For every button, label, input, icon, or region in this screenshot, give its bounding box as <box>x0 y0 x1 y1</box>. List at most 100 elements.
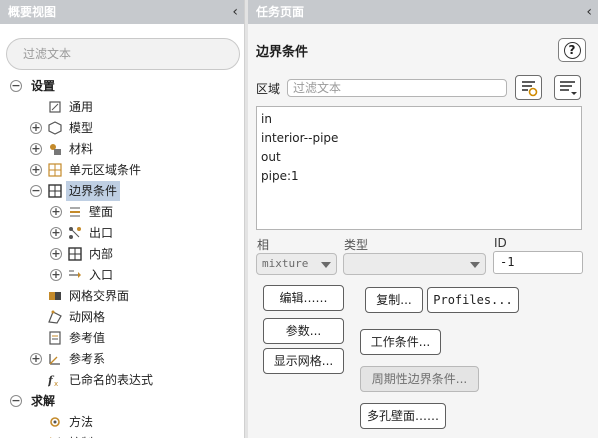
zone-filter-input[interactable]: 过滤文本 <box>287 79 507 97</box>
tree-item-label: 边界条件 <box>66 181 121 201</box>
outline-filter-input[interactable] <box>23 47 223 61</box>
tree-item[interactable]: 参考值 <box>30 328 108 348</box>
chevron-down-icon <box>321 262 331 268</box>
tree-item-label: 参考系 <box>69 352 106 366</box>
boundary-conditions-heading: 边界条件 <box>256 45 309 60</box>
dynamic-mesh-icon <box>48 310 62 324</box>
tree-item[interactable]: − 求解 <box>10 391 58 411</box>
collapse-task-chevron-icon[interactable]: ‹ <box>586 0 592 24</box>
tree-item[interactable]: + 壁面 <box>50 202 116 222</box>
tree-item[interactable]: + 参考系 <box>30 349 108 369</box>
tree-item[interactable]: + 模型 <box>30 118 96 138</box>
expand-toggle-icon[interactable]: + <box>30 164 42 176</box>
tree-item-label: 已命名的表达式 <box>69 373 154 387</box>
phase-label: 相 <box>257 238 270 252</box>
tree-item-label: 壁面 <box>89 205 114 219</box>
tree-item-label: 求解 <box>31 394 56 408</box>
phase-select-value: mixture <box>262 257 309 270</box>
tree-item-label: 内部 <box>89 247 114 261</box>
tree-item[interactable]: + 入口 <box>50 265 116 285</box>
tree-item-label: 参考值 <box>69 331 106 345</box>
periodic-conditions-button: 周期性边界条件... <box>360 366 479 392</box>
type-select[interactable] <box>343 253 486 275</box>
zone-label: 区域 <box>256 82 281 96</box>
parameters-button[interactable]: 参数... <box>263 318 344 344</box>
methods-icon <box>48 415 62 429</box>
boundary-conditions-icon <box>48 184 62 198</box>
tree-item-label: 网格交界面 <box>69 289 130 303</box>
expand-toggle-icon[interactable]: + <box>50 206 62 218</box>
tree-item-label: 动网格 <box>69 310 106 324</box>
svg-text:x: x <box>54 380 58 387</box>
task-page-header: 任务页面 ‹ <box>248 0 598 24</box>
expand-toggle-icon[interactable]: + <box>30 353 42 365</box>
outline-view-title: 概要视图 <box>8 5 57 19</box>
zone-list-item[interactable]: in <box>261 110 577 129</box>
wall-icon <box>68 205 82 219</box>
cell-zone-icon <box>48 163 62 177</box>
list-options-button[interactable] <box>554 75 581 100</box>
id-field[interactable]: -1 <box>493 251 583 274</box>
chevron-down-icon <box>470 262 480 268</box>
general-icon <box>48 100 62 114</box>
operating-conditions-button[interactable]: 工作条件... <box>360 329 441 355</box>
tree-item-label: 通用 <box>69 100 94 114</box>
tree-item[interactable]: 方法 <box>30 412 96 432</box>
display-mesh-button[interactable]: 显示网格... <box>263 348 344 374</box>
list-menu-icon <box>560 81 577 95</box>
tree-item-label: 单元区域条件 <box>69 163 142 177</box>
mesh-interface-icon <box>48 289 62 303</box>
filter-options-button[interactable] <box>515 75 542 100</box>
collapse-toggle-icon[interactable]: − <box>30 185 42 197</box>
filter-list-icon <box>522 81 538 97</box>
tree-item-label: 控制 <box>66 433 96 438</box>
expand-toggle-icon[interactable]: + <box>50 269 62 281</box>
zone-list[interactable]: in interior--pipe out pipe:1 <box>256 106 582 230</box>
tree-item[interactable]: + 材料 <box>30 139 96 159</box>
perforated-walls-button[interactable]: 多孔壁面…… <box>360 403 446 429</box>
expand-toggle-icon[interactable]: + <box>50 227 62 239</box>
id-label: ID <box>494 236 507 250</box>
phase-select[interactable]: mixture <box>256 253 337 275</box>
task-page-title: 任务页面 <box>256 5 305 19</box>
tree-item-label: 方法 <box>69 415 94 429</box>
profiles-button[interactable]: Profiles... <box>427 287 519 313</box>
reference-frame-icon <box>48 352 62 366</box>
copy-button[interactable]: 复制... <box>365 287 423 313</box>
reference-values-icon <box>48 331 62 345</box>
tree-item[interactable]: + 出口 <box>50 223 116 243</box>
materials-icon <box>48 142 62 156</box>
tree-item[interactable]: − 设置 <box>10 76 58 96</box>
zone-list-item[interactable]: out <box>261 148 577 167</box>
tree-item[interactable]: + 内部 <box>50 244 116 264</box>
zone-list-item[interactable]: interior--pipe <box>261 129 577 148</box>
tree-item-label: 出口 <box>89 226 114 240</box>
edit-button[interactable]: 编辑…… <box>263 285 344 311</box>
tree-item[interactable]: 网格交界面 <box>30 286 132 306</box>
task-page-panel: 任务页面 ‹ 边界条件 ? 区域 过滤文本 in interior--pipe … <box>248 0 598 438</box>
named-expressions-icon: fx <box>47 373 62 388</box>
tree-item[interactable]: + 单元区域条件 <box>30 160 144 180</box>
tree-item-label: 入口 <box>89 268 114 282</box>
help-icon: ? <box>563 42 581 59</box>
collapse-toggle-icon[interactable]: − <box>10 80 22 92</box>
zone-list-item[interactable]: pipe:1 <box>261 167 577 186</box>
tree-item[interactable]: 控制 <box>30 433 96 438</box>
outline-view-header: 概要视图 ‹ <box>0 0 244 24</box>
outline-filter-box[interactable] <box>6 38 240 70</box>
outline-view-panel: 概要视图 ‹ −设置通用+模型+材料+单元区域条件−边界条件+壁面+出口+内部+… <box>0 0 244 438</box>
expand-toggle-icon[interactable]: + <box>50 248 62 260</box>
expand-toggle-icon[interactable]: + <box>30 122 42 134</box>
tree-item-label: 设置 <box>31 79 56 93</box>
collapse-outline-chevron-icon[interactable]: ‹ <box>232 0 238 24</box>
tree-item-label: 模型 <box>69 121 94 135</box>
help-button[interactable]: ? <box>558 38 586 62</box>
tree-item[interactable]: − 边界条件 <box>30 181 121 201</box>
outlet-icon <box>68 226 82 240</box>
tree-item[interactable]: 动网格 <box>30 307 108 327</box>
tree-item[interactable]: f x 已命名的表达式 <box>30 370 156 390</box>
collapse-toggle-icon[interactable]: − <box>10 395 22 407</box>
tree-item[interactable]: 通用 <box>30 97 96 117</box>
expand-toggle-icon[interactable]: + <box>30 143 42 155</box>
tree-item-label: 材料 <box>69 142 94 156</box>
